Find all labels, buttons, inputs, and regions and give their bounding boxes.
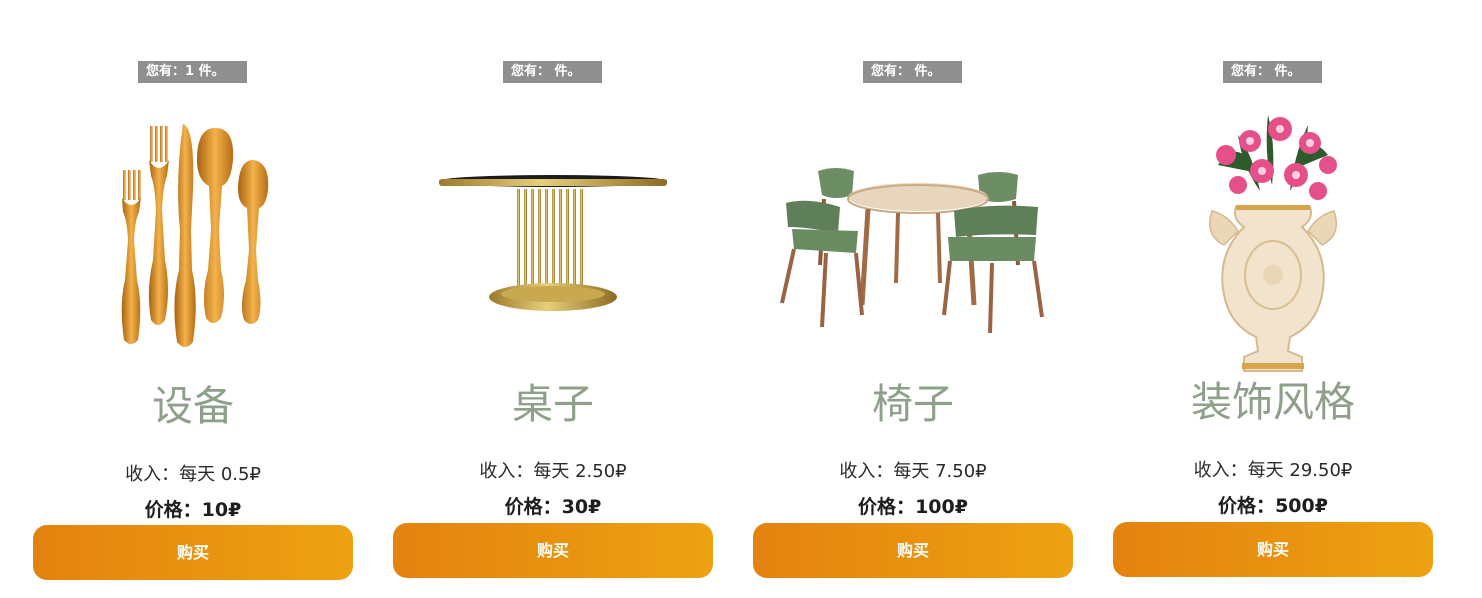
cutlery-image — [121, 124, 269, 347]
product-card-table: 您有： 件。 桌子 收入：每天 2.50₽ 价格：30₽ 购买 — [393, 0, 713, 598]
buy-button[interactable]: 购买 — [393, 523, 713, 578]
price-text: 价格：10₽ — [33, 495, 353, 522]
price-label: 价格： — [858, 496, 916, 518]
owned-prefix: 您有： — [871, 64, 911, 79]
product-title: 椅子 — [872, 380, 954, 428]
income-text: 收入：每天 29.50₽ — [1113, 456, 1433, 482]
income-value: 每天 0.5₽ — [179, 464, 261, 485]
income-value: 每天 2.50₽ — [533, 461, 627, 482]
owned-count-badge: 您有： 件。 — [1223, 61, 1322, 83]
buy-button[interactable]: 购买 — [753, 523, 1073, 578]
owned-count-badge: 您有： 件。 — [503, 61, 602, 83]
owned-count-badge: 您有：1 件。 — [138, 61, 247, 83]
income-text: 收入：每天 0.5₽ — [33, 460, 353, 486]
buy-button[interactable]: 购买 — [1113, 522, 1433, 577]
price-label: 价格： — [144, 499, 202, 521]
product-title: 桌子 — [512, 380, 594, 428]
price-value: 30₽ — [561, 496, 602, 518]
price-value: 500₽ — [1275, 495, 1328, 517]
price-label: 价格： — [504, 496, 562, 518]
income-text: 收入：每天 2.50₽ — [393, 457, 713, 483]
owned-count-badge: 您有： 件。 — [863, 61, 962, 83]
owned-prefix: 您有： — [146, 64, 186, 79]
income-label: 收入： — [839, 461, 894, 482]
income-value: 每天 29.50₽ — [1247, 460, 1353, 481]
buy-button[interactable]: 购买 — [33, 525, 353, 580]
product-card-chairs: 您有： 件。 椅子 收入：每天 7.50₽ 价格：100₽ 购买 — [753, 0, 1073, 598]
income-label: 收入： — [125, 464, 180, 485]
product-card-equipment: 您有：1 件。 设备 收入：每天 0.5₽ 价格：10₽ 购买 — [33, 0, 353, 598]
income-label: 收入： — [479, 461, 534, 482]
owned-suffix: 件。 — [550, 64, 581, 79]
price-text: 价格：500₽ — [1113, 491, 1433, 518]
income-label: 收入： — [1193, 460, 1248, 481]
owned-prefix: 您有： — [1231, 64, 1271, 79]
chairs-image — [780, 168, 1044, 334]
price-value: 10₽ — [201, 499, 242, 521]
product-title: 装饰风格 — [1191, 378, 1355, 426]
income-text: 收入：每天 7.50₽ — [753, 457, 1073, 483]
price-text: 价格：30₽ — [393, 492, 713, 519]
product-card-decor: 您有： 件。 装饰风格 收入：每天 29.50₽ 价格：500₽ 购买 — [1113, 0, 1433, 598]
price-text: 价格：100₽ — [753, 492, 1073, 519]
owned-suffix: 件。 — [194, 64, 225, 79]
table-image — [439, 175, 667, 311]
product-title: 设备 — [152, 382, 234, 430]
price-label: 价格： — [1218, 495, 1276, 517]
owned-count: 1 — [185, 64, 195, 79]
income-value: 每天 7.50₽ — [893, 461, 987, 482]
vase-image — [1209, 115, 1337, 372]
owned-suffix: 件。 — [910, 64, 941, 79]
price-value: 100₽ — [915, 496, 968, 518]
owned-suffix: 件。 — [1270, 64, 1301, 79]
owned-prefix: 您有： — [511, 64, 551, 79]
